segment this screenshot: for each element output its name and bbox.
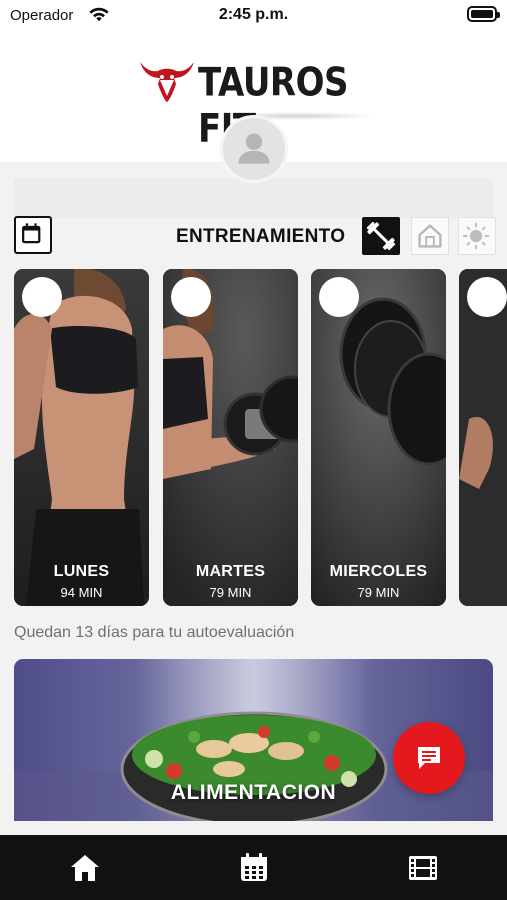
day-card-martes[interactable]: MARTES 79 MIN (163, 269, 298, 606)
duration-label: 79 MIN (209, 585, 252, 600)
workout-photo (14, 269, 149, 606)
bottom-navigation (0, 835, 507, 900)
chat-icon (418, 747, 440, 769)
home-icon (71, 855, 99, 881)
day-label: MARTES (195, 563, 266, 580)
workout-photo (311, 269, 446, 606)
nav-videos[interactable] (406, 851, 440, 885)
profile-avatar[interactable] (220, 115, 288, 183)
home-icon (418, 224, 442, 248)
nav-calendar[interactable] (237, 851, 271, 885)
battery-icon (467, 6, 500, 22)
self-evaluation-reminder: Quedan 13 días para tu autoevaluación (14, 624, 295, 641)
user-icon (238, 133, 270, 164)
brand-logo: TAUROS FIT (138, 56, 378, 152)
sun-icon (462, 222, 490, 250)
calendar-button[interactable] (14, 216, 52, 254)
duration-label: 94 MIN (60, 585, 103, 600)
bull-icon (140, 62, 194, 102)
calendar-icon (22, 223, 41, 244)
day-card-miercoles[interactable]: MIERCOLES 79 MIN (311, 269, 446, 606)
workout-photo (459, 269, 507, 606)
completion-checkbox[interactable] (22, 277, 62, 317)
film-icon (409, 856, 437, 880)
dumbbell-icon (366, 221, 396, 251)
day-label: MIERCOLES (329, 563, 428, 580)
day-label: LUNES (53, 563, 110, 580)
status-bar: Operador 2:45 p.m. (0, 0, 507, 32)
chat-button[interactable] (393, 722, 465, 794)
workout-carousel[interactable]: LUNES 94 MIN MARTES 79 MIN MIERCOLES 79 … (14, 269, 507, 607)
outdoor-mode-button[interactable] (458, 217, 496, 255)
duration-label: 79 MIN (357, 585, 400, 600)
completion-checkbox[interactable] (319, 277, 359, 317)
completion-checkbox[interactable] (171, 277, 211, 317)
day-card-lunes[interactable]: LUNES 94 MIN (14, 269, 149, 606)
workout-photo (163, 269, 298, 606)
day-card-jueves[interactable] (459, 269, 507, 606)
content-card (14, 178, 493, 218)
completion-checkbox[interactable] (467, 277, 507, 317)
home-mode-button[interactable] (411, 217, 449, 255)
nav-home[interactable] (68, 851, 102, 885)
calendar-icon (241, 853, 267, 881)
section-title: ENTRENAMIENTO (176, 226, 346, 247)
training-header: ENTRENAMIENTO (0, 216, 507, 256)
gym-mode-button[interactable] (362, 217, 400, 255)
clock: 2:45 p.m. (218, 6, 289, 23)
